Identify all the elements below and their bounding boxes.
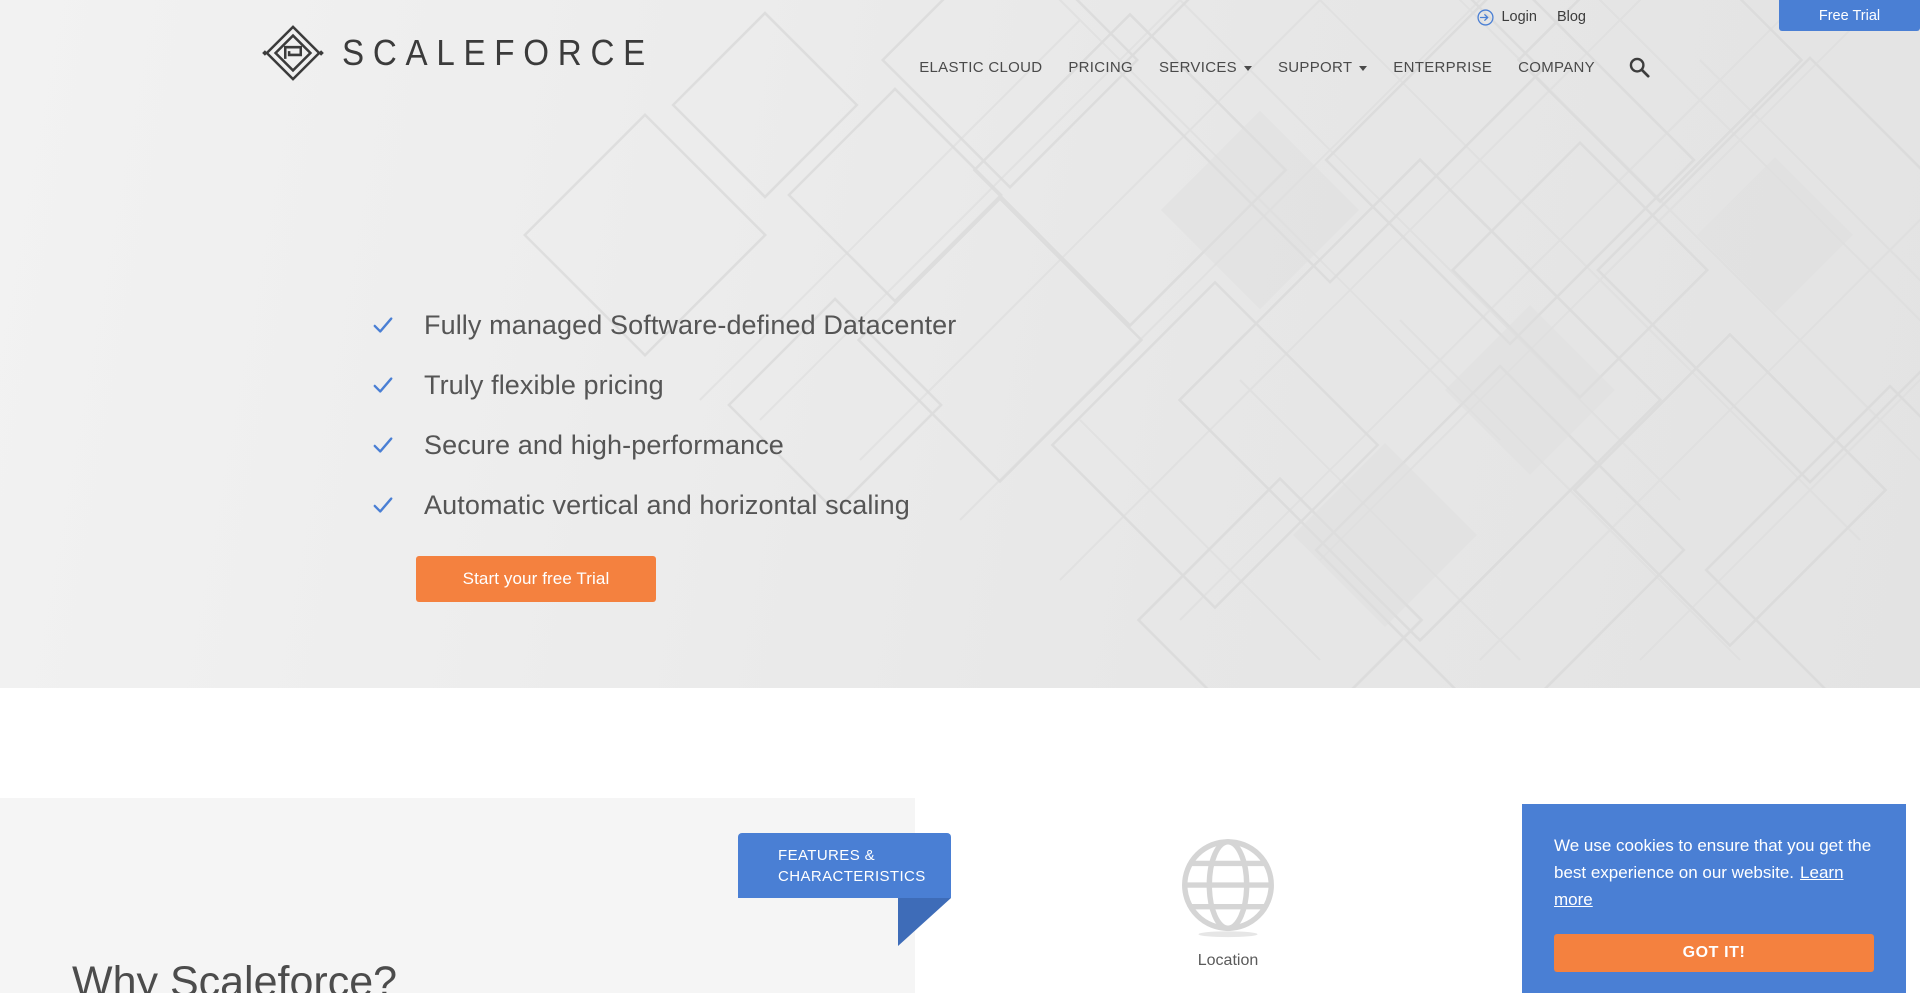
- nav-label: COMPANY: [1518, 58, 1595, 76]
- cookie-consent-banner: We use cookies to ensure that you get th…: [1522, 804, 1906, 993]
- hero-feature-list: Fully managed Software-defined Datacente…: [372, 295, 956, 535]
- nav-label: ENTERPRISE: [1393, 58, 1493, 76]
- hero-feature-item: Automatic vertical and horizontal scalin…: [372, 475, 956, 535]
- nav-item-pricing[interactable]: PRICING: [1055, 53, 1146, 82]
- location-label: Location: [1197, 952, 1259, 969]
- hero-feature-label: Fully managed Software-defined Datacente…: [424, 309, 957, 340]
- nav-label: ELASTIC CLOUD: [919, 58, 1043, 76]
- hero-feature-label: Automatic vertical and horizontal scalin…: [424, 489, 910, 520]
- scaleforce-diamond-logo-icon: [262, 25, 324, 81]
- hero-feature-label: Truly flexible pricing: [424, 369, 664, 400]
- nav-item-services[interactable]: SERVICES: [1146, 53, 1265, 82]
- brand-logo[interactable]: SCALEFORCE: [262, 22, 681, 84]
- sign-in-icon: [1477, 8, 1495, 26]
- section-spacer: [0, 688, 1920, 798]
- tag-badge-tail: [898, 898, 951, 946]
- hero-background-pattern: [523, 0, 1920, 688]
- hero-section: Login Blog Free Trial SCALEFORCE ELASTIC…: [0, 0, 1920, 688]
- tag-line-2: CHARACTERISTICS: [778, 867, 926, 885]
- location-feature: Location: [1168, 828, 1288, 970]
- check-icon: [373, 437, 393, 453]
- chevron-down-icon: [1359, 66, 1368, 71]
- nav-item-enterprise[interactable]: ENTERPRISE: [1380, 53, 1505, 82]
- nav-label: SUPPORT: [1277, 58, 1353, 76]
- globe-icon: [1182, 839, 1274, 938]
- cookie-accept-button[interactable]: GOT IT!: [1554, 934, 1874, 972]
- brand-wordmark: SCALEFORCE: [342, 32, 654, 73]
- main-navigation: ELASTIC CLOUD PRICING SERVICES SUPPORT E…: [906, 52, 1654, 82]
- login-link[interactable]: Login: [1471, 8, 1542, 26]
- nav-label: SERVICES: [1158, 58, 1237, 76]
- page-root: Login Blog Free Trial SCALEFORCE ELASTIC…: [0, 0, 1920, 993]
- hero-feature-item: Secure and high-performance: [372, 415, 956, 475]
- check-icon: [373, 317, 393, 333]
- check-icon: [373, 497, 393, 513]
- top-utility-bar: Login Blog: [1471, 0, 1600, 34]
- nav-item-support[interactable]: SUPPORT: [1265, 53, 1380, 82]
- login-label: Login: [1501, 9, 1537, 25]
- features-characteristics-tag[interactable]: FEATURES & CHARACTERISTICS: [738, 833, 951, 898]
- hero-feature-item: Fully managed Software-defined Datacente…: [372, 295, 956, 355]
- search-icon: [1629, 57, 1650, 78]
- chevron-down-icon: [1243, 66, 1252, 71]
- hero-feature-item: Truly flexible pricing: [372, 355, 956, 415]
- start-free-trial-button[interactable]: Start your free Trial: [416, 556, 656, 602]
- hero-feature-label: Secure and high-performance: [424, 429, 784, 460]
- search-button[interactable]: [1624, 52, 1654, 82]
- check-icon: [373, 377, 393, 393]
- nav-item-company[interactable]: COMPANY: [1505, 53, 1608, 82]
- nav-item-elastic-cloud[interactable]: ELASTIC CLOUD: [906, 53, 1055, 82]
- tag-line-1: FEATURES &: [778, 846, 876, 864]
- free-trial-button[interactable]: Free Trial: [1779, 0, 1920, 31]
- nav-label: PRICING: [1068, 58, 1133, 76]
- page-title: Why Scaleforce?: [72, 958, 398, 993]
- cookie-message-wrap: We use cookies to ensure that you get th…: [1554, 832, 1874, 913]
- blog-link[interactable]: Blog: [1543, 9, 1600, 25]
